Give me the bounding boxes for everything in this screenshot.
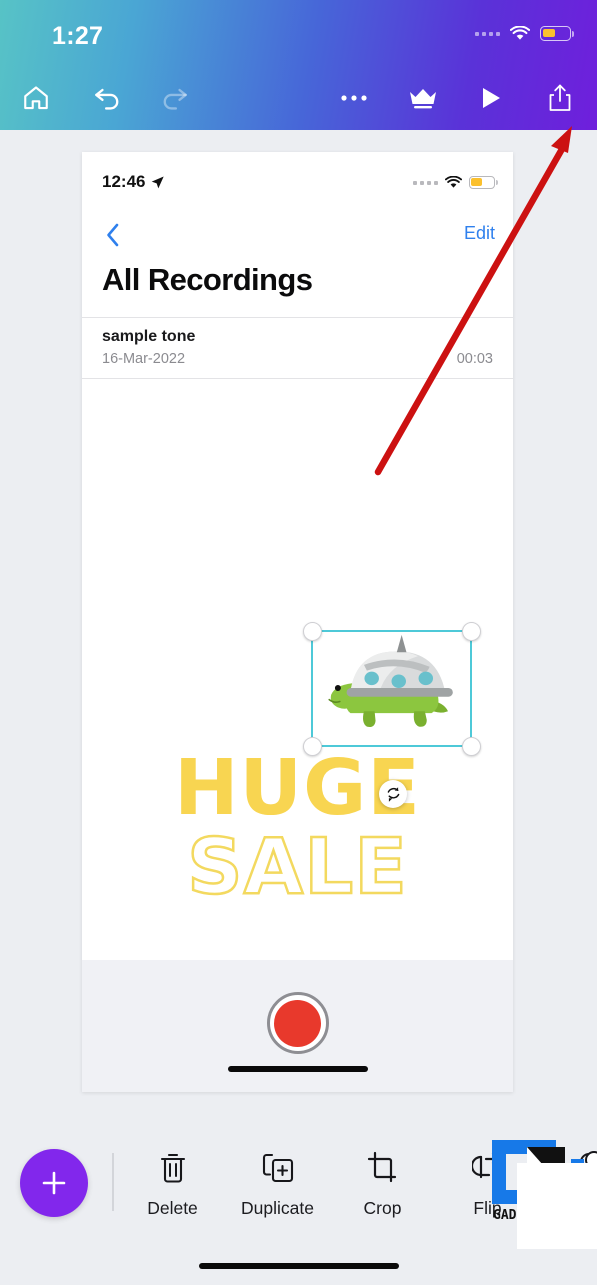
gadgets-watermark: GAD bbox=[487, 1125, 597, 1249]
resize-handle-top-right[interactable] bbox=[461, 621, 481, 641]
recording-duration: 00:03 bbox=[456, 351, 493, 367]
sale-text[interactable]: SALE bbox=[82, 828, 513, 908]
screenshot-home-indicator bbox=[227, 1066, 368, 1072]
watermark-white-overlay bbox=[517, 1163, 597, 1249]
duplicate-icon bbox=[262, 1153, 293, 1183]
resize-handle-top-left[interactable] bbox=[302, 621, 322, 641]
top-app-bar: 1:27 bbox=[0, 0, 597, 130]
huge-text[interactable]: HUGE bbox=[82, 750, 513, 827]
screenshot-time: 12:46 bbox=[102, 172, 165, 192]
screenshot-image: 12:46 Edit All Recordings sample tone 16… bbox=[82, 152, 513, 960]
selection-box[interactable] bbox=[302, 621, 481, 756]
battery-icon bbox=[540, 26, 574, 41]
record-button[interactable] bbox=[266, 992, 329, 1054]
more-options-button[interactable] bbox=[326, 66, 382, 130]
chevron-left-icon bbox=[107, 223, 119, 247]
crown-icon bbox=[410, 89, 436, 109]
recording-name: sample tone bbox=[102, 328, 196, 345]
redo-button[interactable] bbox=[146, 66, 202, 130]
back-button[interactable] bbox=[96, 218, 130, 252]
play-preview-button[interactable] bbox=[463, 66, 519, 130]
signal-dots-icon bbox=[413, 180, 438, 185]
location-arrow-icon bbox=[152, 176, 165, 188]
undo-arrow-icon bbox=[95, 88, 119, 110]
system-status-bar: 1:27 bbox=[0, 0, 597, 66]
crop-tool-label: Crop bbox=[363, 1198, 402, 1218]
rotate-icon bbox=[387, 786, 399, 802]
share-upload-icon bbox=[549, 84, 571, 111]
editor-toolbar bbox=[0, 66, 597, 130]
duplicate-tool[interactable]: Duplicate bbox=[225, 1143, 330, 1243]
signal-dots-icon bbox=[475, 31, 500, 36]
recording-date: 16-Mar-2022 bbox=[102, 351, 186, 367]
page-title: All Recordings bbox=[102, 262, 313, 297]
home-icon bbox=[24, 86, 48, 110]
list-item[interactable]: sample tone 16-Mar-2022 00:03 bbox=[82, 317, 513, 379]
screenshot-time-text: 12:46 bbox=[102, 172, 146, 191]
system-home-indicator bbox=[198, 1263, 399, 1269]
edit-button[interactable]: Edit bbox=[464, 223, 495, 244]
sale-text-group[interactable]: HUGE SALE bbox=[82, 750, 513, 908]
duplicate-tool-label: Duplicate bbox=[241, 1198, 314, 1218]
crop-icon bbox=[367, 1151, 396, 1183]
screenshot-record-area bbox=[82, 960, 513, 1092]
screenshot-nav-bar: Edit bbox=[82, 214, 513, 254]
rotate-handle[interactable] bbox=[379, 780, 407, 808]
trash-icon bbox=[160, 1153, 185, 1183]
status-time: 1:27 bbox=[52, 22, 104, 50]
battery-icon bbox=[469, 176, 498, 189]
delete-tool[interactable]: Delete bbox=[120, 1143, 225, 1243]
turtle-ufo-sticker[interactable] bbox=[313, 632, 470, 745]
bottom-toolbar: Delete Duplicate Crop Flip GAD bbox=[0, 1125, 597, 1285]
toolbar-divider bbox=[112, 1153, 114, 1211]
recordings-list: sample tone 16-Mar-2022 00:03 bbox=[82, 317, 513, 379]
play-triangle-icon bbox=[483, 88, 500, 108]
add-button[interactable] bbox=[20, 1149, 88, 1217]
ellipsis-icon bbox=[341, 95, 367, 101]
screenshot-status-bar: 12:46 bbox=[82, 152, 513, 204]
redo-arrow-icon bbox=[163, 88, 187, 110]
undo-button[interactable] bbox=[80, 66, 136, 130]
design-canvas[interactable]: 12:46 Edit All Recordings sample tone 16… bbox=[82, 152, 513, 1092]
delete-tool-label: Delete bbox=[147, 1198, 198, 1218]
resize-handle-bottom-right[interactable] bbox=[461, 736, 481, 756]
app-root: 1:27 12:46 Edit All Recordings sample to… bbox=[0, 0, 597, 1285]
wifi-icon bbox=[445, 176, 462, 188]
pro-crown-button[interactable] bbox=[395, 66, 451, 130]
home-button[interactable] bbox=[8, 66, 64, 130]
wifi-icon bbox=[510, 26, 530, 40]
share-export-button[interactable] bbox=[532, 66, 588, 130]
svg-text:GAD: GAD bbox=[493, 1208, 517, 1223]
crop-tool[interactable]: Crop bbox=[330, 1143, 435, 1243]
screenshot-status-indicators bbox=[413, 176, 498, 189]
status-indicators bbox=[475, 26, 574, 41]
resize-handle-bottom-left[interactable] bbox=[302, 736, 322, 756]
plus-icon bbox=[42, 1171, 66, 1195]
